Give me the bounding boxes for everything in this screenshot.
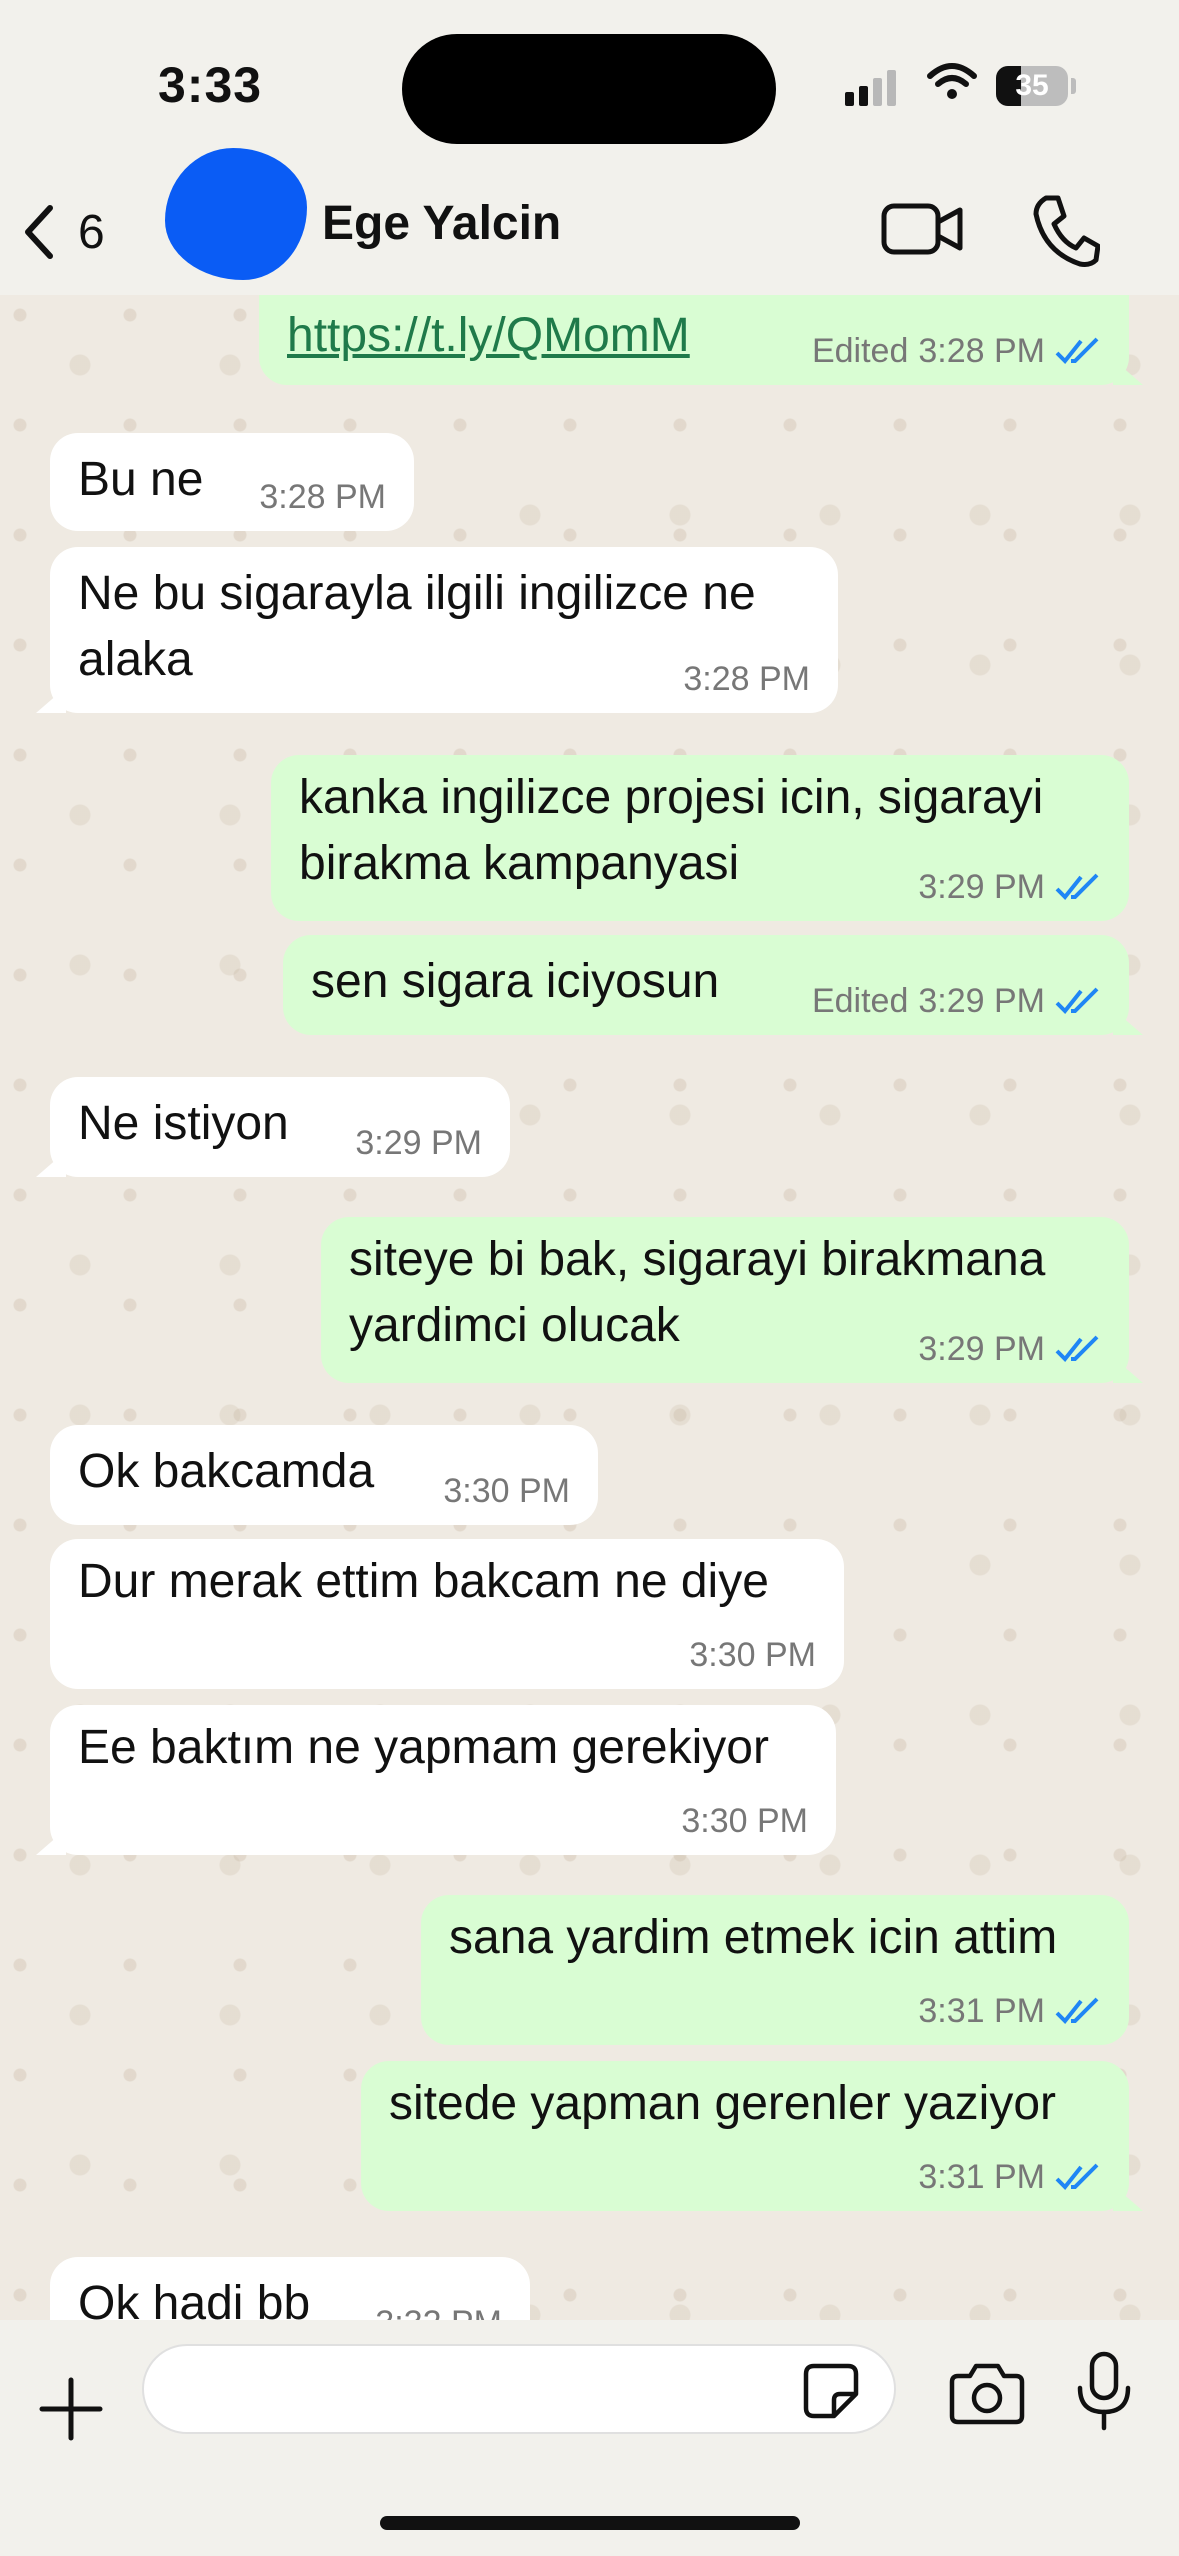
- message-time: 3:28 PM: [683, 660, 810, 698]
- message-time: 3:32 PM: [375, 2303, 502, 2320]
- message-time: 3:29 PM: [355, 1124, 482, 1162]
- message-text: Ok bakcamda: [78, 1445, 375, 1498]
- message-meta: 3:29 PM: [918, 867, 1101, 907]
- message-meta: 3:30 PM: [443, 1471, 570, 1511]
- cellular-signal-icon: [845, 66, 896, 106]
- read-receipt-icon: [1055, 873, 1099, 900]
- message-meta: 3:30 PM: [689, 1635, 816, 1675]
- home-indicator: [380, 2516, 800, 2530]
- avatar[interactable]: [165, 148, 307, 280]
- message-bubble-incoming[interactable]: Bu ne 3:28 PM: [50, 433, 414, 531]
- back-button[interactable]: 6: [20, 192, 130, 272]
- chevron-left-icon: [25, 205, 53, 259]
- message-bubble-outgoing[interactable]: siteye bi bak, sigarayi birakmana yardim…: [321, 1217, 1143, 1383]
- read-receipt-icon: [1055, 2163, 1099, 2190]
- message-text: sana yardim etmek icin attim: [449, 1911, 1058, 1964]
- message-time: 3:29 PM: [918, 982, 1045, 1020]
- bubble-tail: [1113, 1009, 1143, 1035]
- message-time: 3:30 PM: [681, 1802, 808, 1840]
- phone-icon[interactable]: [1030, 190, 1100, 270]
- microphone-icon[interactable]: [1074, 2350, 1134, 2432]
- message-text: sitede yapman gerenler yaziyor: [389, 2077, 1057, 2130]
- message-bubble-incoming[interactable]: Dur merak ettim bakcam ne diye 3:30 PM: [50, 1539, 844, 1689]
- edited-label: Edited: [811, 332, 909, 370]
- status-bar: 3:33 35: [0, 0, 1179, 170]
- message-time: 3:28 PM: [918, 332, 1045, 370]
- message-bubble-incoming[interactable]: Ok bakcamda 3:30 PM: [50, 1425, 598, 1525]
- chat-header: 6 Ege Yalcin: [0, 148, 1179, 295]
- message-meta: 3:31 PM: [918, 2157, 1101, 2197]
- message-meta: 3:28 PM: [259, 477, 386, 517]
- message-bubble-outgoing[interactable]: https://t.ly/QMomM Edited 3:28 PM: [259, 295, 1143, 385]
- message-text: sen sigara iciyosun: [311, 955, 720, 1008]
- message-bubble-outgoing[interactable]: sitede yapman gerenler yaziyor 3:31 PM: [361, 2061, 1143, 2211]
- sticker-icon[interactable]: [800, 2360, 862, 2422]
- read-receipt-icon: [1055, 1335, 1099, 1362]
- message-bubble-incoming[interactable]: Ne bu sigarayla ilgili ingilizce ne alak…: [36, 547, 838, 713]
- message-bubble-outgoing[interactable]: sen sigara iciyosun Edited 3:29 PM: [283, 935, 1143, 1035]
- message-text: Bu ne: [78, 453, 204, 506]
- bubble-tail: [36, 687, 66, 713]
- wifi-icon: [927, 63, 977, 99]
- message-meta: Edited 3:28 PM: [812, 331, 1101, 371]
- message-meta: 3:32 PM: [375, 2303, 502, 2320]
- chat-messages[interactable]: https://t.ly/QMomM Edited 3:28 PM Bu ne …: [0, 295, 1179, 2320]
- bubble-tail: [36, 1829, 66, 1855]
- message-input[interactable]: [142, 2344, 896, 2434]
- message-meta: 3:28 PM: [683, 659, 810, 699]
- camera-icon[interactable]: [948, 2360, 1026, 2426]
- battery-percent: 35: [1015, 69, 1049, 102]
- status-time: 3:33: [158, 57, 263, 113]
- video-call-icon[interactable]: [880, 194, 964, 264]
- message-bubble-outgoing[interactable]: sana yardim etmek icin attim 3:31 PM: [421, 1895, 1129, 2045]
- message-time: 3:29 PM: [918, 1330, 1045, 1368]
- message-text: Ee baktım ne yapmam gerekiyor: [78, 1721, 769, 1774]
- unread-count: 6: [78, 205, 105, 259]
- message-text: Dur merak ettim bakcam ne diye: [78, 1555, 769, 1608]
- edited-label: Edited: [811, 982, 909, 1020]
- contact-name[interactable]: Ege Yalcin: [322, 196, 561, 251]
- message-bubble-incoming[interactable]: Ok hadi bb 3:32 PM: [50, 2257, 530, 2320]
- read-receipt-icon: [1055, 1997, 1099, 2024]
- plus-icon[interactable]: [36, 2374, 106, 2444]
- message-time: 3:29 PM: [918, 868, 1045, 906]
- message-time: 3:30 PM: [443, 1472, 570, 1510]
- bubble-tail: [1113, 2185, 1143, 2211]
- message-bubble-incoming[interactable]: Ee baktım ne yapmam gerekiyor 3:30 PM: [36, 1705, 836, 1855]
- read-receipt-icon: [1055, 337, 1099, 364]
- message-time: 3:31 PM: [918, 1992, 1045, 2030]
- message-time: 3:31 PM: [918, 2158, 1045, 2196]
- bubble-tail: [1113, 1357, 1143, 1383]
- composer-bar: [0, 2320, 1179, 2556]
- message-meta: 3:29 PM: [918, 1329, 1101, 1369]
- read-receipt-icon: [1055, 987, 1099, 1014]
- battery-icon: 35: [996, 66, 1068, 106]
- message-time: 3:30 PM: [689, 1636, 816, 1674]
- message-meta: Edited 3:29 PM: [812, 981, 1101, 1021]
- message-text: Ne istiyon: [78, 1097, 289, 1150]
- message-link[interactable]: https://t.ly/QMomM: [287, 303, 690, 369]
- message-bubble-incoming[interactable]: Ne istiyon 3:29 PM: [36, 1077, 510, 1177]
- battery-tip: [1071, 78, 1076, 94]
- message-text: Ok hadi bb: [78, 2277, 311, 2320]
- message-time: 3:28 PM: [259, 478, 386, 516]
- message-meta: 3:30 PM: [681, 1801, 808, 1841]
- message-meta: 3:31 PM: [918, 1991, 1101, 2031]
- bubble-tail: [1113, 359, 1143, 385]
- dynamic-island: [402, 34, 776, 144]
- message-bubble-outgoing[interactable]: kanka ingilizce projesi icin, sigarayi b…: [271, 755, 1129, 921]
- bubble-tail: [36, 1151, 66, 1177]
- message-meta: 3:29 PM: [355, 1123, 482, 1163]
